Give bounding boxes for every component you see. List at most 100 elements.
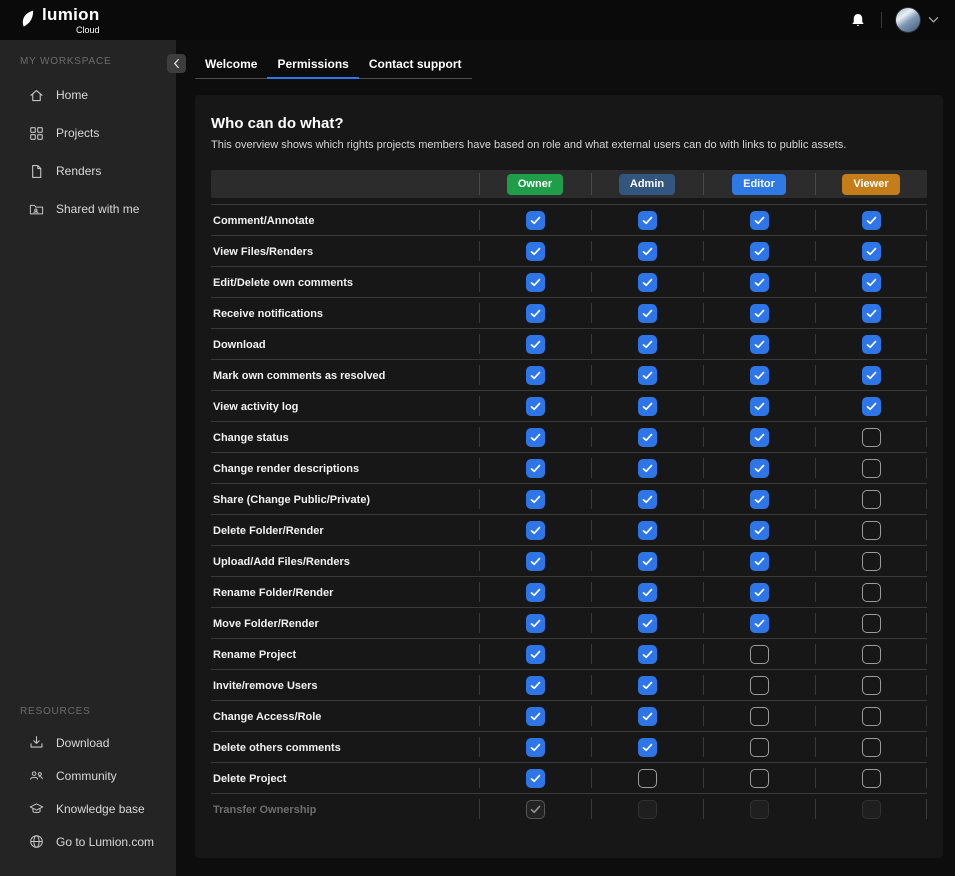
checkbox-rename-folder-render-editor[interactable] — [750, 583, 769, 602]
checkbox-delete-others-comments-editor[interactable] — [750, 738, 769, 757]
cell-view-files-renders-editor — [703, 236, 815, 266]
tab-welcome[interactable]: Welcome — [195, 52, 267, 78]
checkbox-delete-project-editor[interactable] — [750, 769, 769, 788]
checkbox-delete-others-comments-owner[interactable] — [526, 738, 545, 757]
checkbox-receive-notifications-owner[interactable] — [526, 304, 545, 323]
checkbox-share-change-public-private-editor[interactable] — [750, 490, 769, 509]
checkbox-receive-notifications-editor[interactable] — [750, 304, 769, 323]
checkbox-invite-remove-users-admin[interactable] — [638, 676, 657, 695]
checkbox-move-folder-render-owner[interactable] — [526, 614, 545, 633]
checkbox-delete-project-owner[interactable] — [526, 769, 545, 788]
checkbox-mark-own-comments-as-resolved-viewer[interactable] — [862, 366, 881, 385]
checkbox-view-activity-log-editor[interactable] — [750, 397, 769, 416]
checkbox-change-status-owner[interactable] — [526, 428, 545, 447]
checkbox-change-status-viewer[interactable] — [862, 428, 881, 447]
checkbox-view-files-renders-owner[interactable] — [526, 242, 545, 261]
checkbox-rename-folder-render-viewer[interactable] — [862, 583, 881, 602]
cell-receive-notifications-viewer — [815, 298, 927, 328]
checkbox-edit-delete-own-comments-viewer[interactable] — [862, 273, 881, 292]
checkbox-rename-project-owner[interactable] — [526, 645, 545, 664]
sidebar-item-download[interactable]: Download — [0, 726, 176, 759]
cell-rename-folder-render-owner — [479, 577, 591, 607]
sidebar-item-go-to-lumion-com[interactable]: Go to Lumion.com — [0, 825, 176, 858]
checkbox-move-folder-render-viewer[interactable] — [862, 614, 881, 633]
checkbox-invite-remove-users-editor[interactable] — [750, 676, 769, 695]
checkbox-change-status-admin[interactable] — [638, 428, 657, 447]
sidebar-item-community[interactable]: Community — [0, 759, 176, 792]
checkbox-download-viewer[interactable] — [862, 335, 881, 354]
checkbox-receive-notifications-admin[interactable] — [638, 304, 657, 323]
checkbox-rename-project-editor[interactable] — [750, 645, 769, 664]
checkbox-delete-folder-render-admin[interactable] — [638, 521, 657, 540]
sidebar-item-home[interactable]: Home — [0, 76, 176, 114]
checkbox-invite-remove-users-viewer[interactable] — [862, 676, 881, 695]
table-row-receive-notifications: Receive notifications — [211, 297, 927, 328]
notifications-button[interactable] — [848, 10, 868, 31]
checkbox-share-change-public-private-admin[interactable] — [638, 490, 657, 509]
checkbox-view-activity-log-owner[interactable] — [526, 397, 545, 416]
checkbox-share-change-public-private-owner[interactable] — [526, 490, 545, 509]
checkbox-mark-own-comments-as-resolved-admin[interactable] — [638, 366, 657, 385]
row-label: Mark own comments as resolved — [211, 370, 385, 382]
checkbox-change-render-descriptions-viewer[interactable] — [862, 459, 881, 478]
checkbox-comment-annotate-admin[interactable] — [638, 211, 657, 230]
checkbox-share-change-public-private-viewer[interactable] — [862, 490, 881, 509]
checkbox-delete-project-viewer[interactable] — [862, 769, 881, 788]
checkbox-move-folder-render-editor[interactable] — [750, 614, 769, 633]
checkbox-move-folder-render-admin[interactable] — [638, 614, 657, 633]
checkbox-change-access-role-viewer[interactable] — [862, 707, 881, 726]
checkbox-change-render-descriptions-admin[interactable] — [638, 459, 657, 478]
checkbox-comment-annotate-owner[interactable] — [526, 211, 545, 230]
checkbox-download-editor[interactable] — [750, 335, 769, 354]
checkbox-download-admin[interactable] — [638, 335, 657, 354]
checkbox-comment-annotate-viewer[interactable] — [862, 211, 881, 230]
sidebar-item-projects[interactable]: Projects — [0, 114, 176, 152]
checkbox-change-access-role-admin[interactable] — [638, 707, 657, 726]
checkbox-mark-own-comments-as-resolved-owner[interactable] — [526, 366, 545, 385]
sidebar-item-knowledge-base[interactable]: Knowledge base — [0, 792, 176, 825]
checkbox-delete-project-admin[interactable] — [638, 769, 657, 788]
checkbox-change-access-role-editor[interactable] — [750, 707, 769, 726]
checkbox-mark-own-comments-as-resolved-editor[interactable] — [750, 366, 769, 385]
checkbox-rename-folder-render-admin[interactable] — [638, 583, 657, 602]
checkbox-change-render-descriptions-owner[interactable] — [526, 459, 545, 478]
checkbox-rename-folder-render-owner[interactable] — [526, 583, 545, 602]
tab-contact-support[interactable]: Contact support — [359, 52, 472, 78]
checkbox-upload-add-files-renders-owner[interactable] — [526, 552, 545, 571]
table-row-transfer-ownership: Transfer Ownership — [211, 793, 927, 824]
table-row-share-change-public-private: Share (Change Public/Private) — [211, 483, 927, 514]
checkbox-rename-project-viewer[interactable] — [862, 645, 881, 664]
cell-rename-folder-render-viewer — [815, 577, 927, 607]
checkbox-delete-others-comments-admin[interactable] — [638, 738, 657, 757]
checkbox-delete-folder-render-owner[interactable] — [526, 521, 545, 540]
checkbox-view-activity-log-viewer[interactable] — [862, 397, 881, 416]
lumion-logo: lumion Cloud — [20, 6, 100, 35]
checkbox-upload-add-files-renders-admin[interactable] — [638, 552, 657, 571]
checkbox-download-owner[interactable] — [526, 335, 545, 354]
checkbox-receive-notifications-viewer[interactable] — [862, 304, 881, 323]
checkbox-delete-others-comments-viewer[interactable] — [862, 738, 881, 757]
checkbox-view-activity-log-admin[interactable] — [638, 397, 657, 416]
checkbox-edit-delete-own-comments-owner[interactable] — [526, 273, 545, 292]
sidebar-item-renders[interactable]: Renders — [0, 152, 176, 190]
checkbox-view-files-renders-viewer[interactable] — [862, 242, 881, 261]
checkbox-rename-project-admin[interactable] — [638, 645, 657, 664]
checkbox-edit-delete-own-comments-admin[interactable] — [638, 273, 657, 292]
checkbox-delete-folder-render-editor[interactable] — [750, 521, 769, 540]
checkbox-edit-delete-own-comments-editor[interactable] — [750, 273, 769, 292]
checkbox-change-access-role-owner[interactable] — [526, 707, 545, 726]
checkbox-upload-add-files-renders-editor[interactable] — [750, 552, 769, 571]
account-menu-button[interactable] — [895, 7, 939, 33]
checkbox-view-files-renders-admin[interactable] — [638, 242, 657, 261]
sidebar-collapse-button[interactable] — [167, 54, 186, 73]
checkbox-change-render-descriptions-editor[interactable] — [750, 459, 769, 478]
tab-permissions[interactable]: Permissions — [267, 52, 358, 78]
checkbox-delete-folder-render-viewer[interactable] — [862, 521, 881, 540]
checkbox-view-files-renders-editor[interactable] — [750, 242, 769, 261]
checkbox-change-status-editor[interactable] — [750, 428, 769, 447]
checkbox-upload-add-files-renders-viewer[interactable] — [862, 552, 881, 571]
checkbox-invite-remove-users-owner[interactable] — [526, 676, 545, 695]
checkbox-comment-annotate-editor[interactable] — [750, 211, 769, 230]
row-label-cell: Rename Project — [211, 645, 479, 663]
sidebar-item-shared-with-me[interactable]: Shared with me — [0, 190, 176, 228]
